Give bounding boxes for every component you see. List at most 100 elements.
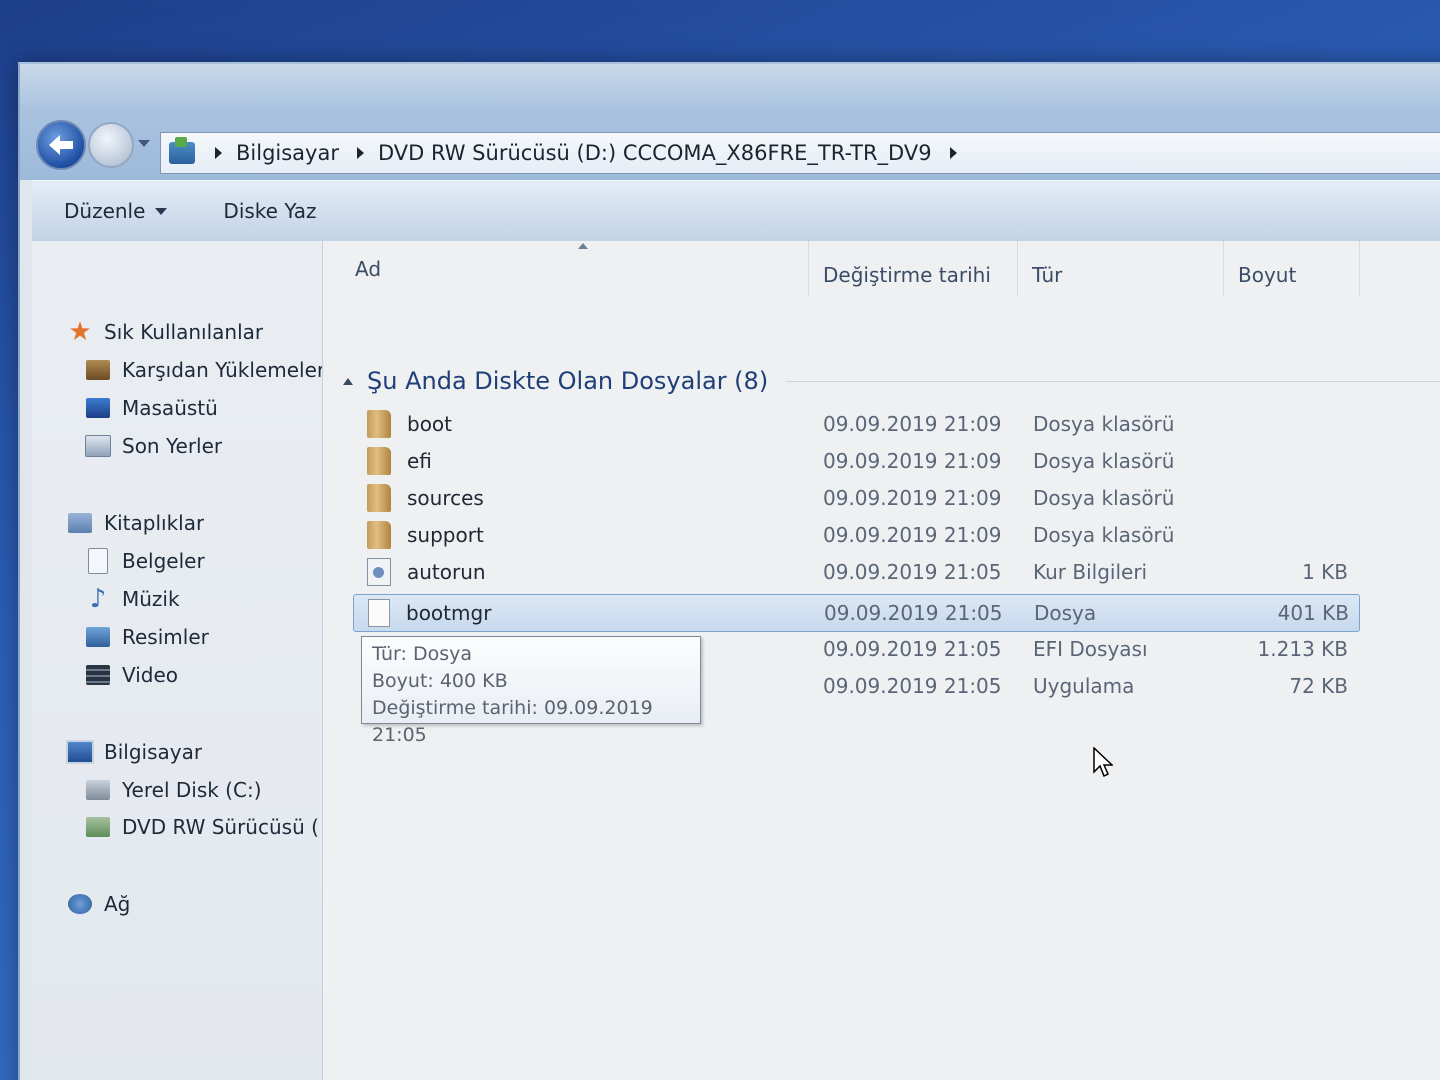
group-label: Şu Anda Diskte Olan Dosyalar (8) xyxy=(367,367,769,395)
column-header-date[interactable]: Değiştirme tarihi xyxy=(809,241,1018,297)
title-bar: Bilgisayar DVD RW Sürücüsü (D:) CCCOMA_X… xyxy=(20,64,1440,180)
tooltip-size: Boyut: 400 KB xyxy=(372,670,508,692)
command-bar: Düzenle Diske Yaz xyxy=(32,180,1440,242)
file-type: Dosya xyxy=(1034,601,1097,625)
sort-ascending-icon xyxy=(578,243,588,249)
computer-icon xyxy=(66,739,94,765)
nav-item-label: Karşıdan Yüklemeler xyxy=(122,358,322,382)
file-row-efi[interactable]: efi 09.09.2019 21:09 Dosya klasörü xyxy=(353,443,1358,479)
explorer-window: Bilgisayar DVD RW Sürücüsü (D:) CCCOMA_X… xyxy=(18,62,1440,1080)
music-note-icon: ♪ xyxy=(89,586,107,612)
file-row-support[interactable]: support 09.09.2019 21:09 Dosya klasörü xyxy=(353,517,1358,553)
column-header-label: Boyut xyxy=(1238,263,1297,287)
breadcrumb-dvd-drive[interactable]: DVD RW Sürücüsü (D:) CCCOMA_X86FRE_TR-TR… xyxy=(378,141,932,165)
nav-item-recent-places[interactable]: Son Yerler xyxy=(84,433,222,459)
collapse-group-icon[interactable] xyxy=(343,377,353,385)
desktop-icon xyxy=(84,395,112,421)
nav-item-local-disk[interactable]: Yerel Disk (C:) xyxy=(84,777,262,803)
nav-network-label: Ağ xyxy=(104,892,131,916)
file-name: sources xyxy=(407,486,484,510)
libraries-icon xyxy=(66,510,94,536)
file-date: 09.09.2019 21:05 xyxy=(823,674,1002,698)
recent-places-icon xyxy=(84,433,112,459)
breadcrumb-chevron-icon[interactable] xyxy=(949,147,957,159)
file-row-bootmgr[interactable]: bootmgr 09.09.2019 21:05 Dosya 401 KB xyxy=(353,594,1360,632)
setup-info-icon xyxy=(367,558,391,586)
back-button[interactable] xyxy=(36,120,86,170)
column-header-name[interactable]: Ad xyxy=(323,241,809,297)
file-name: boot xyxy=(407,412,453,436)
file-size: 72 KB xyxy=(1289,674,1348,698)
file-date: 09.09.2019 21:05 xyxy=(823,637,1002,661)
nav-item-label: Müzik xyxy=(122,587,180,611)
file-info-tooltip: Tür: Dosya Boyut: 400 KB Değiştirme tari… xyxy=(361,636,701,746)
file-size: 1 KB xyxy=(1302,560,1348,584)
file-date: 09.09.2019 21:05 xyxy=(823,560,1002,584)
nav-item-label: Video xyxy=(122,663,179,687)
pictures-icon xyxy=(84,624,112,650)
breadcrumb-chevron-icon[interactable] xyxy=(215,147,222,159)
navigation-pane: ★ Sık Kullanılanlar Karşıdan Yüklemeler … xyxy=(32,241,323,1080)
file-type: Kur Bilgileri xyxy=(1033,560,1148,584)
burn-to-disc-button[interactable]: Diske Yaz xyxy=(197,199,346,223)
file-type: EFI Dosyası xyxy=(1033,637,1148,661)
nav-item-documents[interactable]: Belgeler xyxy=(84,548,205,574)
file-size: 1.213 KB xyxy=(1257,637,1348,661)
documents-icon xyxy=(84,548,112,574)
file-name: bootmgr xyxy=(406,601,492,625)
nav-item-videos[interactable]: Video xyxy=(84,662,178,688)
file-date: 09.09.2019 21:05 xyxy=(824,601,1003,625)
nav-item-label: Yerel Disk (C:) xyxy=(122,778,262,802)
column-header-type[interactable]: Tür xyxy=(1018,241,1224,297)
nav-item-desktop[interactable]: Masaüstü xyxy=(84,395,218,421)
column-header-label: Tür xyxy=(1032,263,1063,287)
dvd-drive-icon xyxy=(84,814,112,840)
file-type: Uygulama xyxy=(1033,674,1135,698)
nav-item-dvd-drive[interactable]: DVD RW Sürücüsü (D:) xyxy=(84,814,320,840)
file-name: support xyxy=(407,523,484,547)
star-icon: ★ xyxy=(68,319,92,345)
breadcrumb-computer[interactable]: Bilgisayar xyxy=(236,141,339,165)
back-arrow-icon xyxy=(49,135,73,155)
folder-icon xyxy=(367,447,391,475)
file-name: autorun xyxy=(407,560,486,584)
recent-pages-chevron-icon[interactable] xyxy=(138,140,150,147)
nav-libraries[interactable]: Kitaplıklar xyxy=(66,510,204,536)
column-header-size[interactable]: Boyut xyxy=(1224,241,1360,297)
forward-button[interactable] xyxy=(88,122,134,168)
nav-libraries-label: Kitaplıklar xyxy=(104,511,205,535)
nav-item-label: Resimler xyxy=(122,625,209,649)
nav-item-label: Son Yerler xyxy=(122,434,223,458)
nav-favorites[interactable]: ★ Sık Kullanılanlar xyxy=(66,319,263,345)
group-header[interactable]: Şu Anda Diskte Olan Dosyalar (8) xyxy=(343,363,1440,399)
organize-button[interactable]: Düzenle xyxy=(32,199,197,223)
file-date: 09.09.2019 21:09 xyxy=(823,449,1002,473)
film-strip-icon xyxy=(84,662,112,688)
breadcrumb-chevron-icon[interactable] xyxy=(356,147,364,159)
downloads-folder-icon xyxy=(84,357,112,383)
nav-favorites-label: Sık Kullanılanlar xyxy=(104,320,264,344)
file-row-boot[interactable]: boot 09.09.2019 21:09 Dosya klasörü xyxy=(353,406,1358,442)
nav-item-label: Masaüstü xyxy=(122,396,218,420)
file-size: 401 KB xyxy=(1277,601,1349,625)
nav-item-downloads[interactable]: Karşıdan Yüklemeler xyxy=(84,357,322,383)
folder-icon xyxy=(367,410,391,438)
file-date: 09.09.2019 21:09 xyxy=(823,486,1002,510)
file-icon xyxy=(368,599,390,627)
file-date: 09.09.2019 21:09 xyxy=(823,523,1002,547)
folder-icon xyxy=(367,484,391,512)
nav-item-pictures[interactable]: Resimler xyxy=(84,624,209,650)
file-row-sources[interactable]: sources 09.09.2019 21:09 Dosya klasörü xyxy=(353,480,1358,516)
computer-location-icon xyxy=(169,137,195,164)
nav-item-music[interactable]: ♪ Müzik xyxy=(84,586,180,612)
file-row-autorun[interactable]: autorun 09.09.2019 21:05 Kur Bilgileri 1… xyxy=(353,554,1358,590)
column-header-label: Ad xyxy=(355,257,382,281)
file-type: Dosya klasörü xyxy=(1033,523,1175,547)
tooltip-type: Tür: Dosya xyxy=(372,643,473,665)
nav-network[interactable]: Ağ xyxy=(66,891,130,917)
network-icon xyxy=(66,891,94,917)
address-bar[interactable]: Bilgisayar DVD RW Sürücüsü (D:) CCCOMA_X… xyxy=(160,132,1440,174)
hard-disk-icon xyxy=(84,777,112,803)
nav-computer[interactable]: Bilgisayar xyxy=(66,739,202,765)
chevron-down-icon xyxy=(155,207,168,215)
